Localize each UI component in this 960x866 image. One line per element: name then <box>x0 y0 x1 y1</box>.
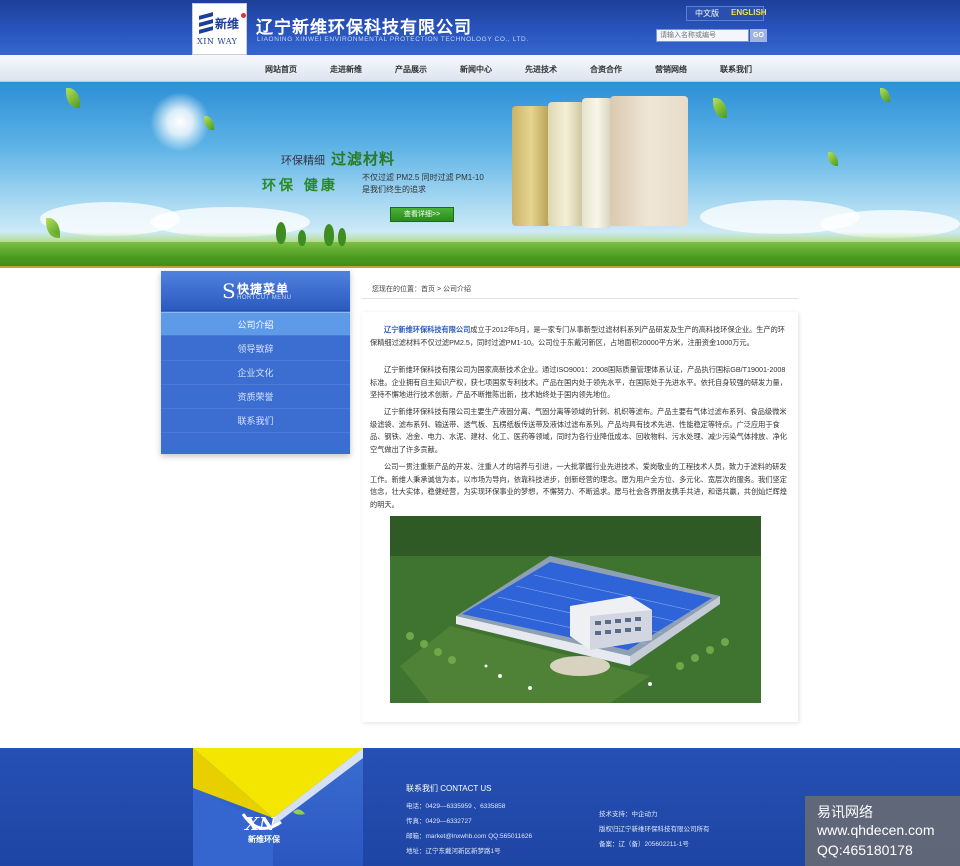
nav-item-news[interactable]: 新闻中心 <box>460 64 492 75</box>
banner-slogan-big: 过滤材料 <box>331 150 396 168</box>
lang-cn-link[interactable]: 中文版 <box>695 8 719 19</box>
svg-text:XN: XN <box>244 814 277 835</box>
breadcrumb-divider <box>362 298 798 299</box>
ground-line <box>0 266 960 268</box>
factory-aerial-photo <box>390 516 761 703</box>
intro-paragraph: 辽宁新维环保科技有限公司为国家高新技术企业。通过ISO9001：2008国际质量… <box>370 365 787 400</box>
watermark-line: www.qhdecen.com <box>817 822 935 838</box>
leaf-icon <box>828 152 838 166</box>
view-details-button[interactable]: 查看详细>> <box>390 207 454 222</box>
footer-logo-text: 新维环保 <box>248 834 280 844</box>
nav-item-contact[interactable]: 联系我们 <box>720 64 752 75</box>
footer-logo-panel: XN <box>193 748 363 866</box>
filter-sheet-icon <box>610 96 688 226</box>
breadcrumb-current: 公司介绍 <box>443 286 471 293</box>
nav-item-about[interactable]: 走进新维 <box>330 64 362 75</box>
leaf-icon <box>713 98 727 118</box>
nav-item-marketing[interactable]: 营销网络 <box>655 64 687 75</box>
logo-cn-text: 新维 <box>215 17 240 31</box>
tree-icon <box>276 222 286 244</box>
footer-copyright: 版权归辽宁新维环保科技有限公司所有 <box>599 826 710 833</box>
filter-roll-icon <box>512 106 550 226</box>
intro-paragraph: 辽宁新维环保科技有限公司主要生产液固分离、气固分离等领域的针刺、机织等滤布。产品… <box>370 407 787 454</box>
footer-address: 地址：辽宁东戴河新区新梦路1号 <box>406 848 501 855</box>
banner-slogan-small: 环保精细 <box>281 155 325 167</box>
menu-subtitle: HORTCUT MENU <box>237 295 292 301</box>
banner-slogan-pm: 不仅过滤 PM2.5 同时过滤 PM1-10 <box>362 173 484 182</box>
footer-fax: 传真：0429—6332727 <box>406 818 472 825</box>
banner-slogan-health: 环保 健康 <box>262 178 338 194</box>
company-name-en: LIAONING XINWEI ENVIRONMENTAL PROTECTION… <box>257 36 529 43</box>
sidebar-item-honors[interactable]: 资质荣誉 <box>161 385 350 409</box>
leaf-icon <box>880 88 890 102</box>
filter-roll-icon <box>582 98 612 228</box>
shortcut-menu: S 快捷菜单 HORTCUT MENU 公司介绍 领导致辞 企业文化 资质荣誉 … <box>161 271 350 454</box>
watermark-line: QQ:465180178 <box>817 842 913 858</box>
breadcrumb-prefix: 您现在的位置： <box>372 286 421 293</box>
factory-illustration-icon <box>390 516 761 703</box>
watermark-line: 易讯网络 <box>817 804 873 820</box>
sun-icon <box>150 92 210 152</box>
breadcrumb: 您现在的位置：首页 > 公司介绍 <box>372 284 471 294</box>
sidebar-item-leader-speech[interactable]: 领导致辞 <box>161 337 350 361</box>
search-go-button[interactable]: GO <box>750 29 767 42</box>
site-header: 新维 XIN WAY 辽宁新维环保科技有限公司 LIAONING XINWEI … <box>0 0 960 55</box>
logo-mark-icon <box>199 12 213 34</box>
footer-contact-title: 联系我们 CONTACT US <box>406 784 492 793</box>
company-intro-content: 辽宁新维环保科技有限公司成立于2012年5月，是一家专门从事新型过滤材料系列产品… <box>362 312 798 722</box>
main-nav: 网站首页 走进新维 产品展示 新闻中心 先进技术 合资合作 营销网络 联系我们 <box>0 55 960 82</box>
leaf-icon <box>66 88 80 108</box>
logo[interactable]: 新维 XIN WAY <box>192 3 247 55</box>
language-switcher: 中文版 ENGLISH <box>686 6 767 21</box>
nav-item-home[interactable]: 网站首页 <box>265 64 297 75</box>
sidebar-item-company-intro[interactable]: 公司介绍 <box>161 312 350 336</box>
search-input[interactable] <box>656 29 749 42</box>
footer-phone: 电话：0429—6335959 、6335858 <box>406 803 506 810</box>
tree-icon <box>324 224 334 246</box>
nav-item-products[interactable]: 产品展示 <box>395 64 427 75</box>
hero-banner: 环保精细 过滤材料 环保 健康 不仅过滤 PM2.5 同时过滤 PM1-10 是… <box>0 82 960 268</box>
company-name-cn: 辽宁新维环保科技有限公司 <box>256 18 472 37</box>
filter-roll-icon <box>548 102 584 226</box>
nav-item-cooperation[interactable]: 合资合作 <box>590 64 622 75</box>
intro-paragraph: 公司一贯注重新产品的开发、注重人才的培养与引进，一大批掌握行业先进技术、爱岗敬业… <box>370 462 787 509</box>
tree-icon <box>298 230 306 246</box>
nav-item-technology[interactable]: 先进技术 <box>525 64 557 75</box>
sidebar-item-culture[interactable]: 企业文化 <box>161 361 350 385</box>
footer-icp[interactable]: 备案：辽（备）205602211-1号 <box>599 838 689 848</box>
shortcut-menu-header: S 快捷菜单 HORTCUT MENU <box>161 271 350 311</box>
banner-slogan-pursuit: 是我们终生的追求 <box>362 185 426 194</box>
logo-en-text: XIN WAY <box>197 37 238 46</box>
lang-en-link[interactable]: ENGLISH <box>731 8 767 17</box>
company-name-highlight: 辽宁新维环保科技有限公司 <box>384 325 471 334</box>
registered-mark-icon <box>241 13 246 18</box>
menu-s-letter: S <box>222 279 236 303</box>
footer-tech-support[interactable]: 技术支持：中企动力 <box>599 808 658 818</box>
watermark-overlay: 易讯网络 www.qhdecen.com QQ:465180178 <box>805 796 960 866</box>
grass-field <box>0 242 960 268</box>
breadcrumb-separator: > <box>436 286 442 293</box>
tree-icon <box>338 228 346 246</box>
intro-paragraph: 辽宁新维环保科技有限公司成立于2012年5月，是一家专门从事新型过滤材料系列产品… <box>370 324 792 349</box>
footer-ribbon-icon: XN <box>193 748 363 866</box>
sidebar-item-contact[interactable]: 联系我们 <box>161 409 350 433</box>
breadcrumb-home-link[interactable]: 首页 <box>421 286 435 293</box>
footer-email[interactable]: 邮箱：market@lnxwhb.com QQ:565011626 <box>406 830 532 840</box>
